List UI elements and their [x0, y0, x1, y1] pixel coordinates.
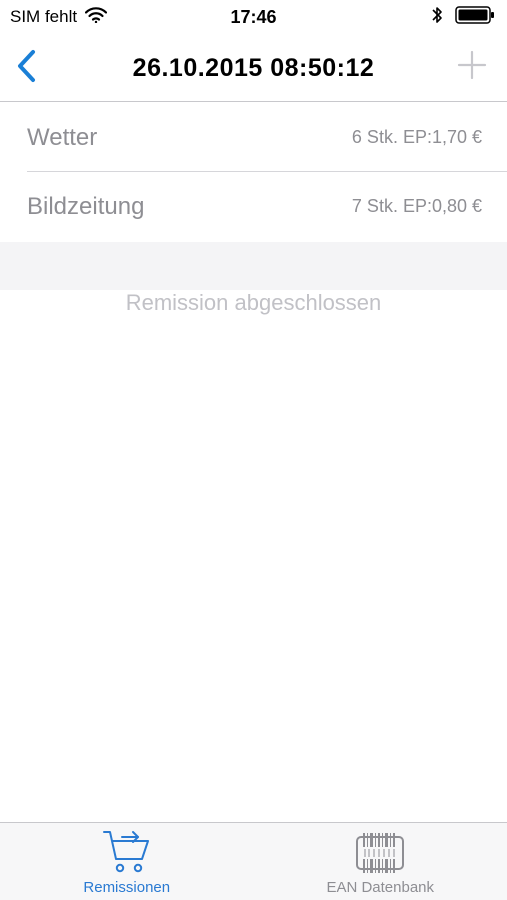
item-detail: 7 Stk. EP:0,80 € — [351, 196, 482, 216]
screen: SIM fehlt 17:46 26.10.2015 08:50:12 Wett… — [0, 0, 507, 900]
list-item[interactable]: Bildzeitung 7 Stk. EP:0,80 € — [0, 171, 507, 241]
list-item[interactable]: Wetter 6 Stk. EP:1,70 € — [0, 103, 507, 172]
battery-icon — [455, 5, 495, 29]
back-button[interactable] — [8, 48, 44, 88]
status-left: SIM fehlt — [10, 6, 108, 28]
tab-label: EAN Datenbank — [326, 879, 435, 896]
wifi-icon — [84, 6, 108, 28]
page-title: 26.10.2015 08:50:12 — [132, 53, 375, 82]
chevron-left-icon — [16, 49, 36, 88]
tab-remissionen[interactable]: Remissionen — [0, 823, 254, 900]
carrier-label: SIM fehlt — [10, 7, 78, 26]
item-name: Bildzeitung — [27, 192, 145, 220]
cart-return-icon — [102, 829, 152, 877]
add-button[interactable] — [455, 50, 489, 84]
bluetooth-icon — [431, 5, 443, 30]
tab-ean-datenbank[interactable]: EAN Datenbank — [254, 823, 507, 900]
tab-bar: Remissionen EAN Datenbank — [0, 822, 507, 900]
barcode-icon — [355, 829, 405, 877]
navigation-bar: 26.10.2015 08:50:12 — [0, 34, 507, 102]
completion-message: Remission abgeschlossen — [125, 290, 382, 315]
status-bar: SIM fehlt 17:46 — [0, 0, 507, 34]
item-name: Wetter — [27, 123, 98, 151]
tab-label: Remissionen — [83, 879, 171, 896]
plus-icon — [457, 50, 487, 85]
section-separator — [0, 242, 507, 290]
item-detail: 6 Stk. EP:1,70 € — [351, 127, 482, 147]
status-right — [431, 5, 495, 30]
item-list: Wetter 6 Stk. EP:1,70 € Bildzeitung 7 St… — [0, 103, 507, 241]
